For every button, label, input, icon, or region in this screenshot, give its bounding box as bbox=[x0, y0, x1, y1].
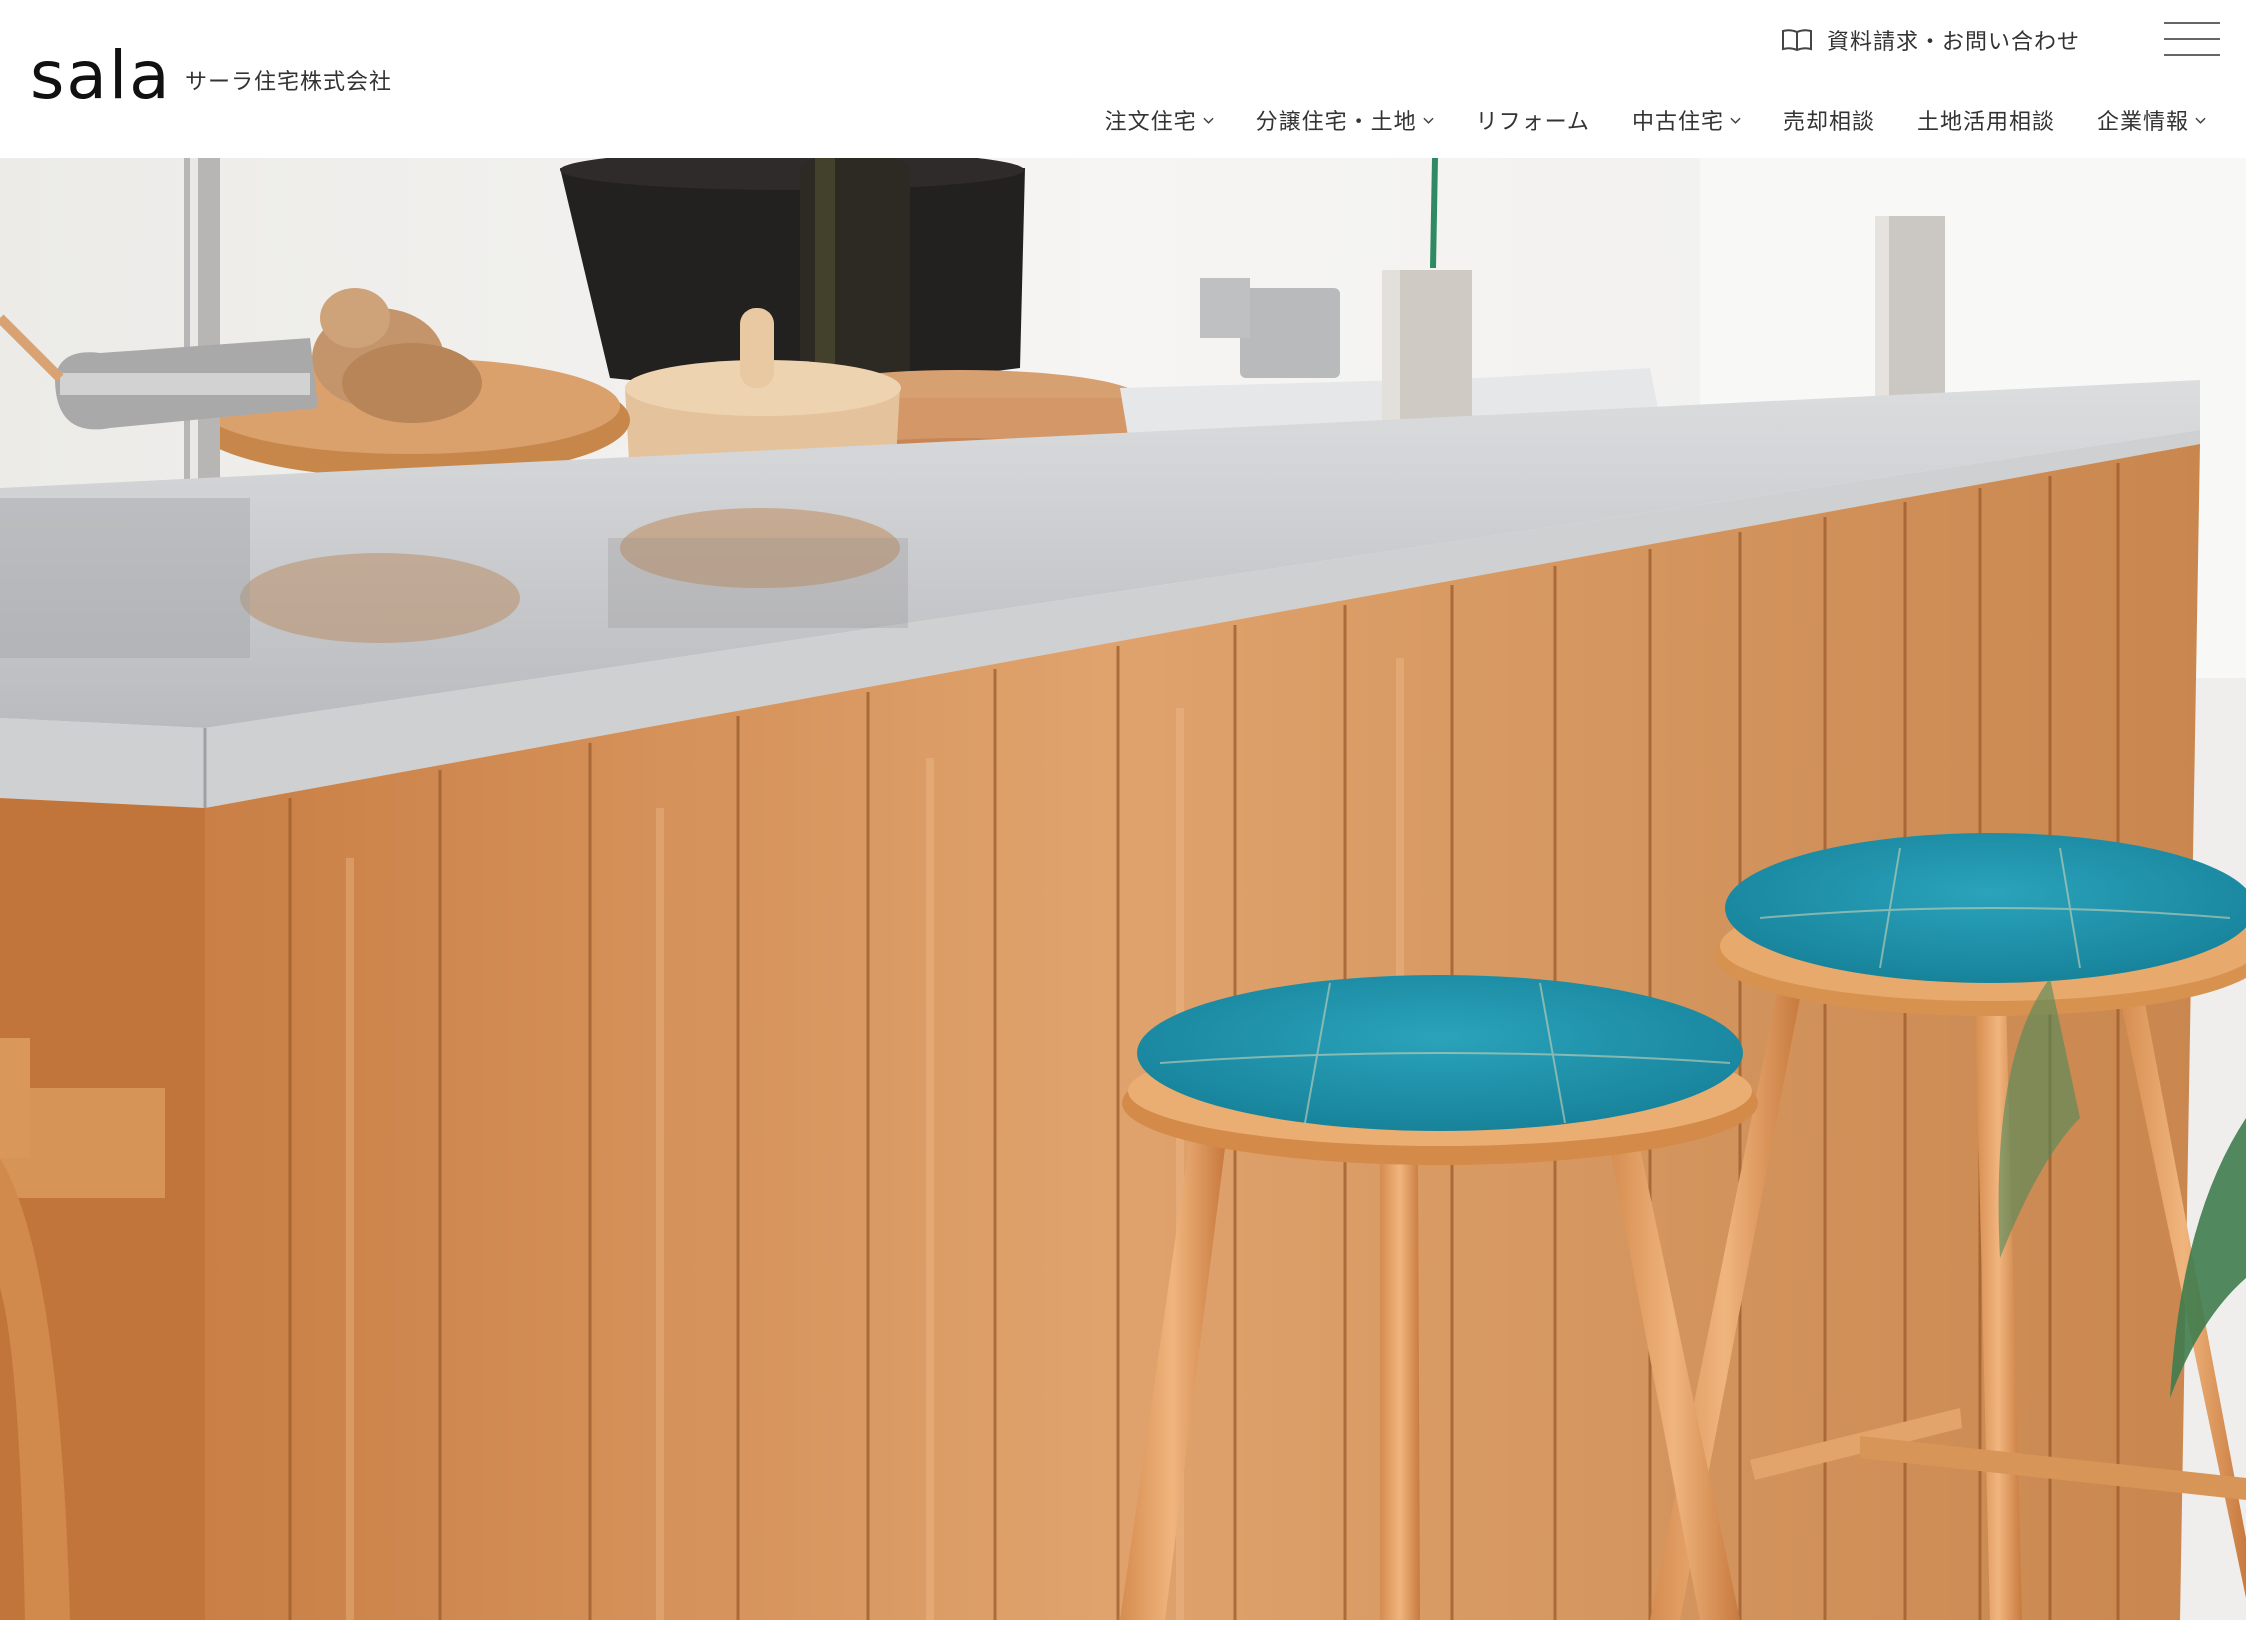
global-nav: 注文住宅 分譲住宅・土地 リフォーム 中古住宅 売却相談 土地活用相談 企業情報 bbox=[1063, 104, 2206, 136]
chevron-down-icon bbox=[2195, 117, 2206, 124]
hamburger-menu-icon[interactable] bbox=[2164, 20, 2224, 58]
contact-label: 資料請求・お問い合わせ bbox=[1826, 30, 2080, 55]
hero-image bbox=[0, 158, 2246, 1620]
sala-logo[interactable]: sala bbox=[30, 37, 172, 114]
nav-item-company-info[interactable]: 企業情報 bbox=[2097, 104, 2206, 136]
nav-item-reform[interactable]: リフォーム bbox=[1476, 104, 1590, 136]
company-name: サーラ住宅株式会社 bbox=[185, 70, 393, 95]
chevron-down-icon bbox=[1422, 117, 1434, 124]
nav-item-custom-home[interactable]: 注文住宅 bbox=[1105, 104, 1214, 136]
nav-item-label: 注文住宅 bbox=[1104, 110, 1197, 135]
site-header: sala サーラ住宅株式会社 資料請求・お問い合わせ 注文住宅 分譲住宅・土地 … bbox=[0, 0, 2246, 158]
nav-item-label: 中古住宅 bbox=[1631, 110, 1724, 135]
nav-item-label: 売却相談 bbox=[1782, 110, 1875, 135]
nav-item-label: 分譲住宅・土地 bbox=[1255, 110, 1417, 135]
nav-item-subdivision-land[interactable]: 分譲住宅・土地 bbox=[1256, 104, 1434, 136]
nav-item-sale-consult[interactable]: 売却相談 bbox=[1783, 104, 1875, 136]
contact-link[interactable]: 資料請求・お問い合わせ bbox=[1781, 24, 2080, 56]
nav-item-land-use-consult[interactable]: 土地活用相談 bbox=[1917, 104, 2055, 136]
nav-item-label: リフォーム bbox=[1475, 110, 1590, 135]
logo-text: sala bbox=[30, 37, 172, 114]
nav-item-label: 企業情報 bbox=[2096, 110, 2189, 135]
book-icon bbox=[1781, 28, 1813, 52]
nav-item-label: 土地活用相談 bbox=[1916, 110, 2055, 135]
chevron-down-icon bbox=[1730, 117, 1741, 124]
chevron-down-icon bbox=[1202, 117, 1214, 124]
nav-item-used-home[interactable]: 中古住宅 bbox=[1632, 104, 1741, 136]
